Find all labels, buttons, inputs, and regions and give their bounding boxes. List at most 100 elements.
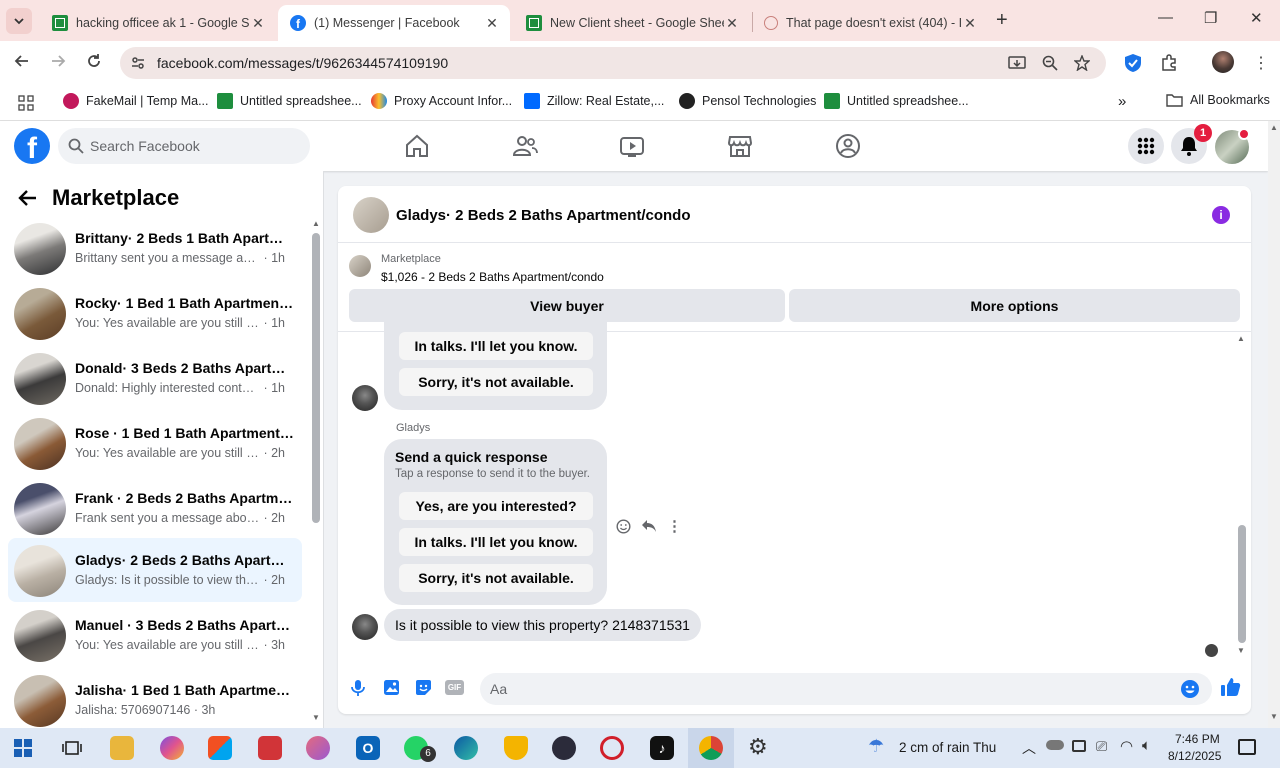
app-icon[interactable] — [504, 736, 528, 760]
browser-tab[interactable]: New Client sheet - Google Shee ✕ — [514, 5, 750, 41]
marketplace-icon[interactable] — [727, 133, 753, 159]
edge-icon[interactable] — [454, 736, 478, 760]
bookmark-item[interactable]: Untitled spreadshee... — [824, 93, 969, 109]
forward-button[interactable] — [50, 53, 66, 69]
chrome-icon[interactable] — [699, 736, 723, 760]
shield-extension-icon[interactable] — [1124, 53, 1142, 73]
quick-reply-button[interactable]: Yes, are you interested? — [399, 492, 593, 520]
conversation-item[interactable]: Manuel · 3 Beds 2 Baths Apartm... You: Y… — [8, 603, 302, 667]
network-device-icon[interactable]: ⎚ — [1096, 738, 1107, 755]
conversation-item[interactable]: Brittany· 2 Beds 1 Bath Apartme... Britt… — [8, 216, 302, 280]
microsoft-store-icon[interactable] — [208, 736, 232, 760]
friends-icon[interactable] — [512, 133, 538, 159]
all-bookmarks[interactable]: All Bookmarks — [1166, 93, 1270, 107]
browser-tab[interactable]: hacking officee ak 1 - Google Sh ✕ — [40, 5, 276, 41]
outlook-icon[interactable]: O — [356, 736, 380, 760]
clock-date[interactable]: 8/12/2025 — [1168, 749, 1221, 763]
thread-scroll-down-icon[interactable]: ▼ — [1237, 646, 1245, 655]
conversation-avatar[interactable] — [353, 197, 389, 233]
facebook-logo[interactable]: f — [14, 128, 50, 164]
conversation-item[interactable]: Frank · 2 Beds 2 Baths Apartme... Frank … — [8, 476, 302, 540]
listing-thumbnail[interactable] — [349, 255, 371, 277]
zoom-icon[interactable] — [1042, 55, 1058, 71]
app-icon[interactable] — [258, 736, 282, 760]
quick-reply-button[interactable]: Sorry, it's not available. — [399, 564, 593, 592]
task-view-icon[interactable] — [62, 739, 82, 757]
sidebar-scroll-down-icon[interactable]: ▼ — [312, 713, 320, 722]
wifi-icon[interactable]: ◠ — [1120, 737, 1133, 755]
bookmark-item[interactable]: Pensol Technologies — [679, 93, 816, 109]
scroll-up-icon[interactable]: ▲ — [1270, 123, 1278, 132]
windows-start-icon[interactable] — [14, 739, 32, 757]
app-icon[interactable] — [552, 736, 576, 760]
quick-reply-button[interactable]: In talks. I'll let you know. — [399, 332, 593, 360]
conversation-title[interactable]: Gladys· 2 Beds 2 Baths Apartment/condo — [396, 207, 691, 224]
close-tab-icon[interactable]: ✕ — [250, 15, 266, 32]
opera-icon[interactable] — [600, 736, 624, 760]
close-tab-icon[interactable]: ✕ — [962, 15, 978, 32]
menu-grid-button[interactable] — [1128, 128, 1164, 164]
browser-tab-active[interactable]: f (1) Messenger | Facebook ✕ — [278, 5, 510, 41]
conversation-item-selected[interactable]: Gladys· 2 Beds 2 Baths Apartme... Gladys… — [8, 538, 302, 602]
microphone-icon[interactable] — [351, 679, 365, 697]
reload-button[interactable] — [86, 53, 102, 69]
sender-avatar[interactable] — [352, 614, 378, 640]
quick-reply-button[interactable]: In talks. I'll let you know. — [399, 528, 593, 556]
star-bookmark-icon[interactable] — [1074, 55, 1090, 71]
conversation-item[interactable]: Donald· 3 Beds 2 Baths Apartm... Donald:… — [8, 346, 302, 410]
apps-grid-icon[interactable] — [18, 95, 34, 111]
thumbs-up-icon[interactable] — [1220, 677, 1241, 697]
onedrive-cloud-icon[interactable] — [1046, 740, 1064, 750]
chrome-menu-icon[interactable]: ⋮ — [1253, 53, 1269, 73]
close-window-button[interactable]: ✕ — [1250, 9, 1263, 27]
sidebar-scrollbar-thumb[interactable] — [312, 233, 320, 523]
conversation-item[interactable]: Rocky· 1 Bed 1 Bath Apartment/... You: Y… — [8, 281, 302, 345]
back-button[interactable] — [14, 53, 30, 69]
quick-reply-button[interactable]: Sorry, it's not available. — [399, 368, 593, 396]
more-options-button[interactable]: More options — [789, 289, 1240, 322]
search-input[interactable]: Search Facebook — [58, 128, 310, 164]
message-input[interactable]: Aa — [480, 673, 1212, 705]
react-emoji-icon[interactable] — [616, 518, 631, 534]
bookmark-item[interactable]: FakeMail | Temp Ma... — [63, 93, 209, 109]
address-bar[interactable]: facebook.com/messages/t/9626344574109190 — [120, 47, 1106, 79]
more-actions-icon[interactable]: ⋮ — [667, 517, 682, 535]
volume-icon[interactable]: 🔈︎ — [1142, 737, 1151, 754]
restore-button[interactable]: ❐ — [1204, 9, 1217, 27]
thread-scrollbar-thumb[interactable] — [1238, 525, 1246, 643]
browser-tab[interactable]: That page doesn't exist (404) - I ✕ — [752, 5, 988, 41]
sticker-icon[interactable] — [415, 679, 432, 696]
close-tab-icon[interactable]: ✕ — [724, 15, 740, 32]
battery-icon[interactable] — [1072, 740, 1086, 752]
minimize-button[interactable]: — — [1158, 9, 1173, 26]
puzzle-extensions-icon[interactable] — [1160, 54, 1178, 72]
gif-icon[interactable]: GIF — [445, 680, 464, 695]
listing-price-title[interactable]: $1,026 - 2 Beds 2 Baths Apartment/condo — [381, 270, 604, 284]
thread-scroll-up-icon[interactable]: ▲ — [1237, 334, 1245, 343]
new-tab-button[interactable]: + — [996, 9, 1008, 32]
emoji-icon[interactable] — [1180, 679, 1200, 699]
video-icon[interactable] — [619, 133, 645, 159]
clock-time[interactable]: 7:46 PM — [1175, 732, 1220, 746]
install-app-icon[interactable] — [1008, 55, 1026, 71]
photo-icon[interactable] — [383, 679, 400, 696]
info-icon[interactable]: i — [1212, 206, 1230, 224]
copilot-icon[interactable] — [160, 736, 184, 760]
settings-gear-icon[interactable]: ⚙ — [748, 734, 768, 760]
back-arrow-icon[interactable] — [18, 189, 38, 207]
chevron-up-icon[interactable]: ︿ — [1022, 738, 1036, 758]
file-explorer-icon[interactable] — [110, 736, 134, 760]
profile-avatar[interactable] — [1212, 51, 1234, 73]
bookmark-item[interactable]: Zillow: Real Estate,... — [524, 93, 664, 109]
weather-text[interactable]: 2 cm of rain Thu — [899, 740, 996, 755]
view-buyer-button[interactable]: View buyer — [349, 289, 785, 322]
bookmark-item[interactable]: Proxy Account Infor... — [371, 93, 512, 109]
site-info-icon[interactable] — [130, 55, 146, 71]
sidebar-scroll-up-icon[interactable]: ▲ — [312, 219, 320, 228]
tab-search-button[interactable] — [6, 8, 32, 34]
app-icon[interactable] — [306, 736, 330, 760]
sender-avatar[interactable] — [352, 385, 378, 411]
notification-center-icon[interactable] — [1238, 739, 1256, 755]
close-tab-icon[interactable]: ✕ — [484, 15, 500, 32]
gaming-icon[interactable] — [835, 133, 861, 159]
